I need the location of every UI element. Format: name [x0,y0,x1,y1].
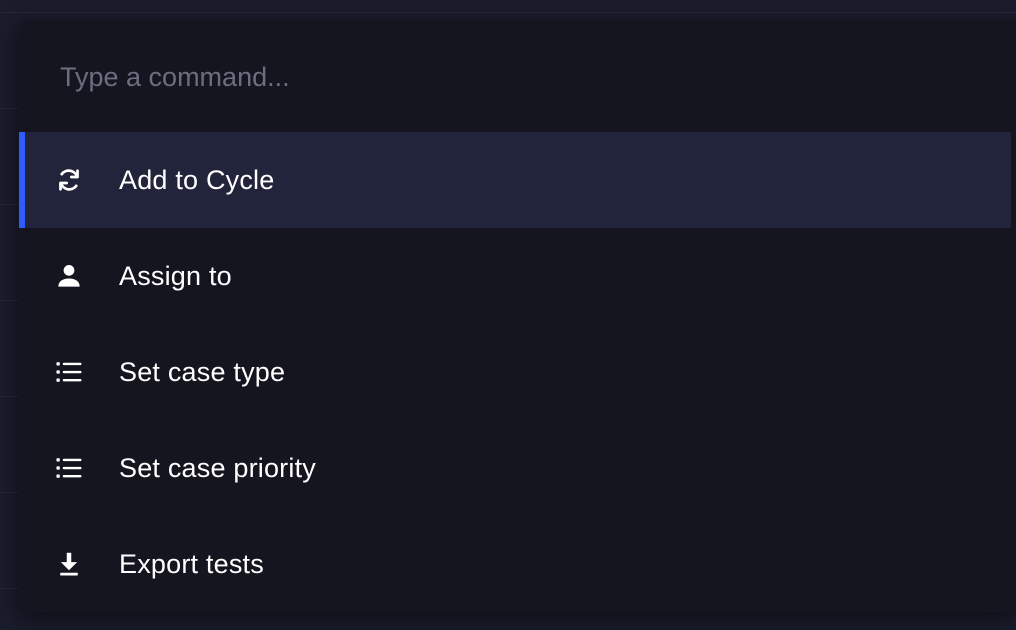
command-item-label: Assign to [119,260,232,291]
command-item-set-case-priority[interactable]: Set case priority [19,420,1011,516]
command-item-set-case-type[interactable]: Set case type [19,324,1011,420]
cycle-icon [54,165,84,195]
command-item-export-tests[interactable]: Export tests [19,516,1011,612]
command-search-bar [19,20,1016,132]
person-icon [54,261,84,291]
command-item-label: Export tests [119,548,264,579]
command-item-label: Set case priority [119,452,316,483]
download-icon [54,549,84,579]
list-icon [54,357,84,387]
command-palette: Add to Cycle Assign to [19,20,1016,612]
command-item-label: Add to Cycle [119,164,275,195]
backdrop-divider [0,12,1016,13]
list-icon [54,453,84,483]
command-item-add-to-cycle[interactable]: Add to Cycle [19,132,1011,228]
command-item-assign-to[interactable]: Assign to [19,228,1011,324]
command-item-label: Set case type [119,356,286,387]
command-search-input[interactable] [60,54,960,100]
command-list: Add to Cycle Assign to Set case type Set… [19,132,1011,612]
